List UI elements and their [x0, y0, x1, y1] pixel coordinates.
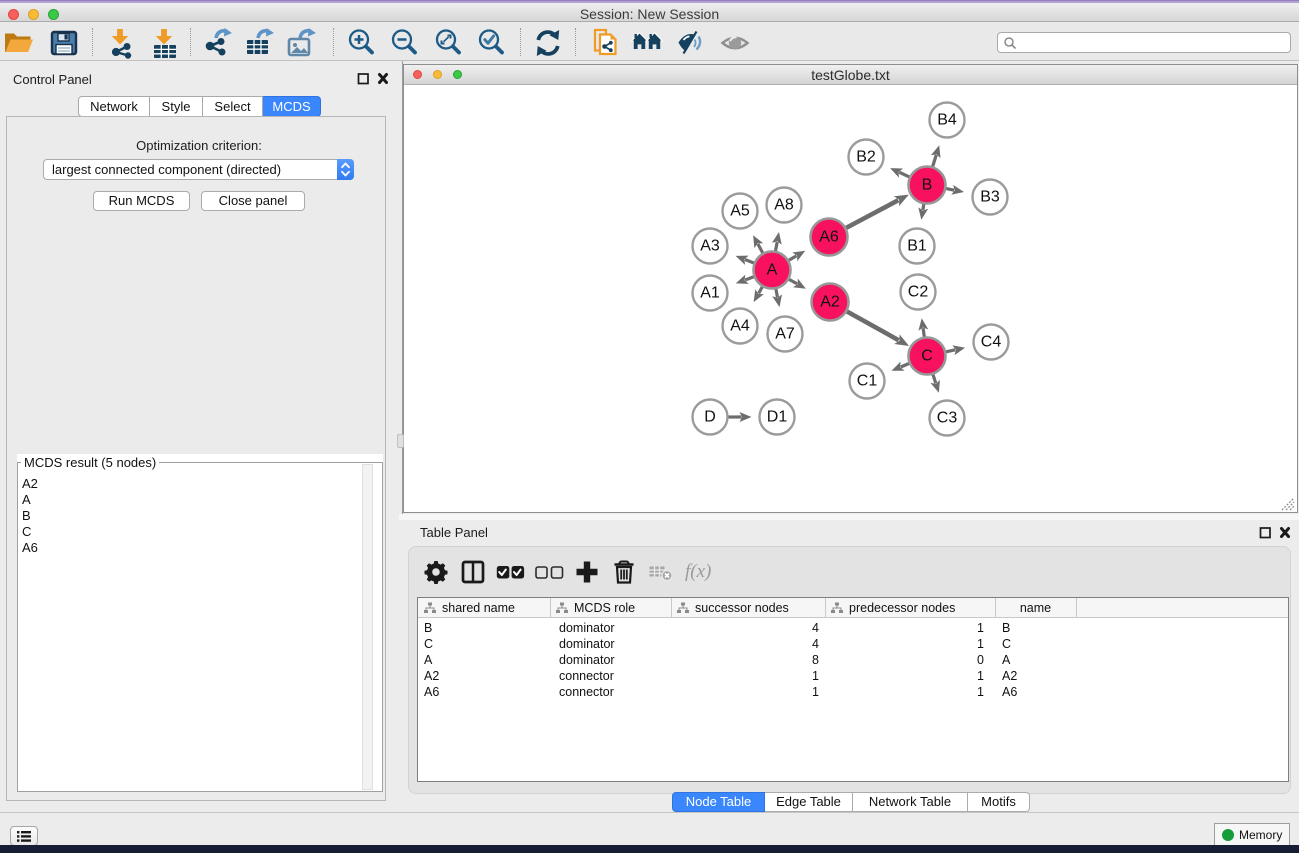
svg-text:A7: A7	[775, 326, 795, 343]
svg-text:B3: B3	[980, 189, 1000, 206]
svg-text:A4: A4	[730, 318, 750, 335]
svg-text:A: A	[767, 262, 778, 279]
svg-text:C: C	[921, 348, 933, 365]
svg-text:B: B	[922, 177, 933, 194]
svg-text:A6: A6	[819, 229, 839, 246]
svg-text:C2: C2	[908, 284, 929, 301]
svg-text:A1: A1	[700, 285, 720, 302]
svg-text:C3: C3	[937, 410, 958, 427]
svg-text:D: D	[704, 409, 716, 426]
svg-text:C4: C4	[981, 334, 1002, 351]
svg-text:B2: B2	[856, 149, 876, 166]
svg-text:A2: A2	[820, 294, 840, 311]
svg-text:C1: C1	[857, 373, 878, 390]
svg-text:A8: A8	[774, 197, 794, 214]
svg-text:B4: B4	[937, 112, 957, 129]
svg-text:D1: D1	[767, 409, 788, 426]
svg-text:A5: A5	[730, 203, 750, 220]
svg-text:A3: A3	[700, 238, 720, 255]
svg-text:B1: B1	[907, 238, 927, 255]
